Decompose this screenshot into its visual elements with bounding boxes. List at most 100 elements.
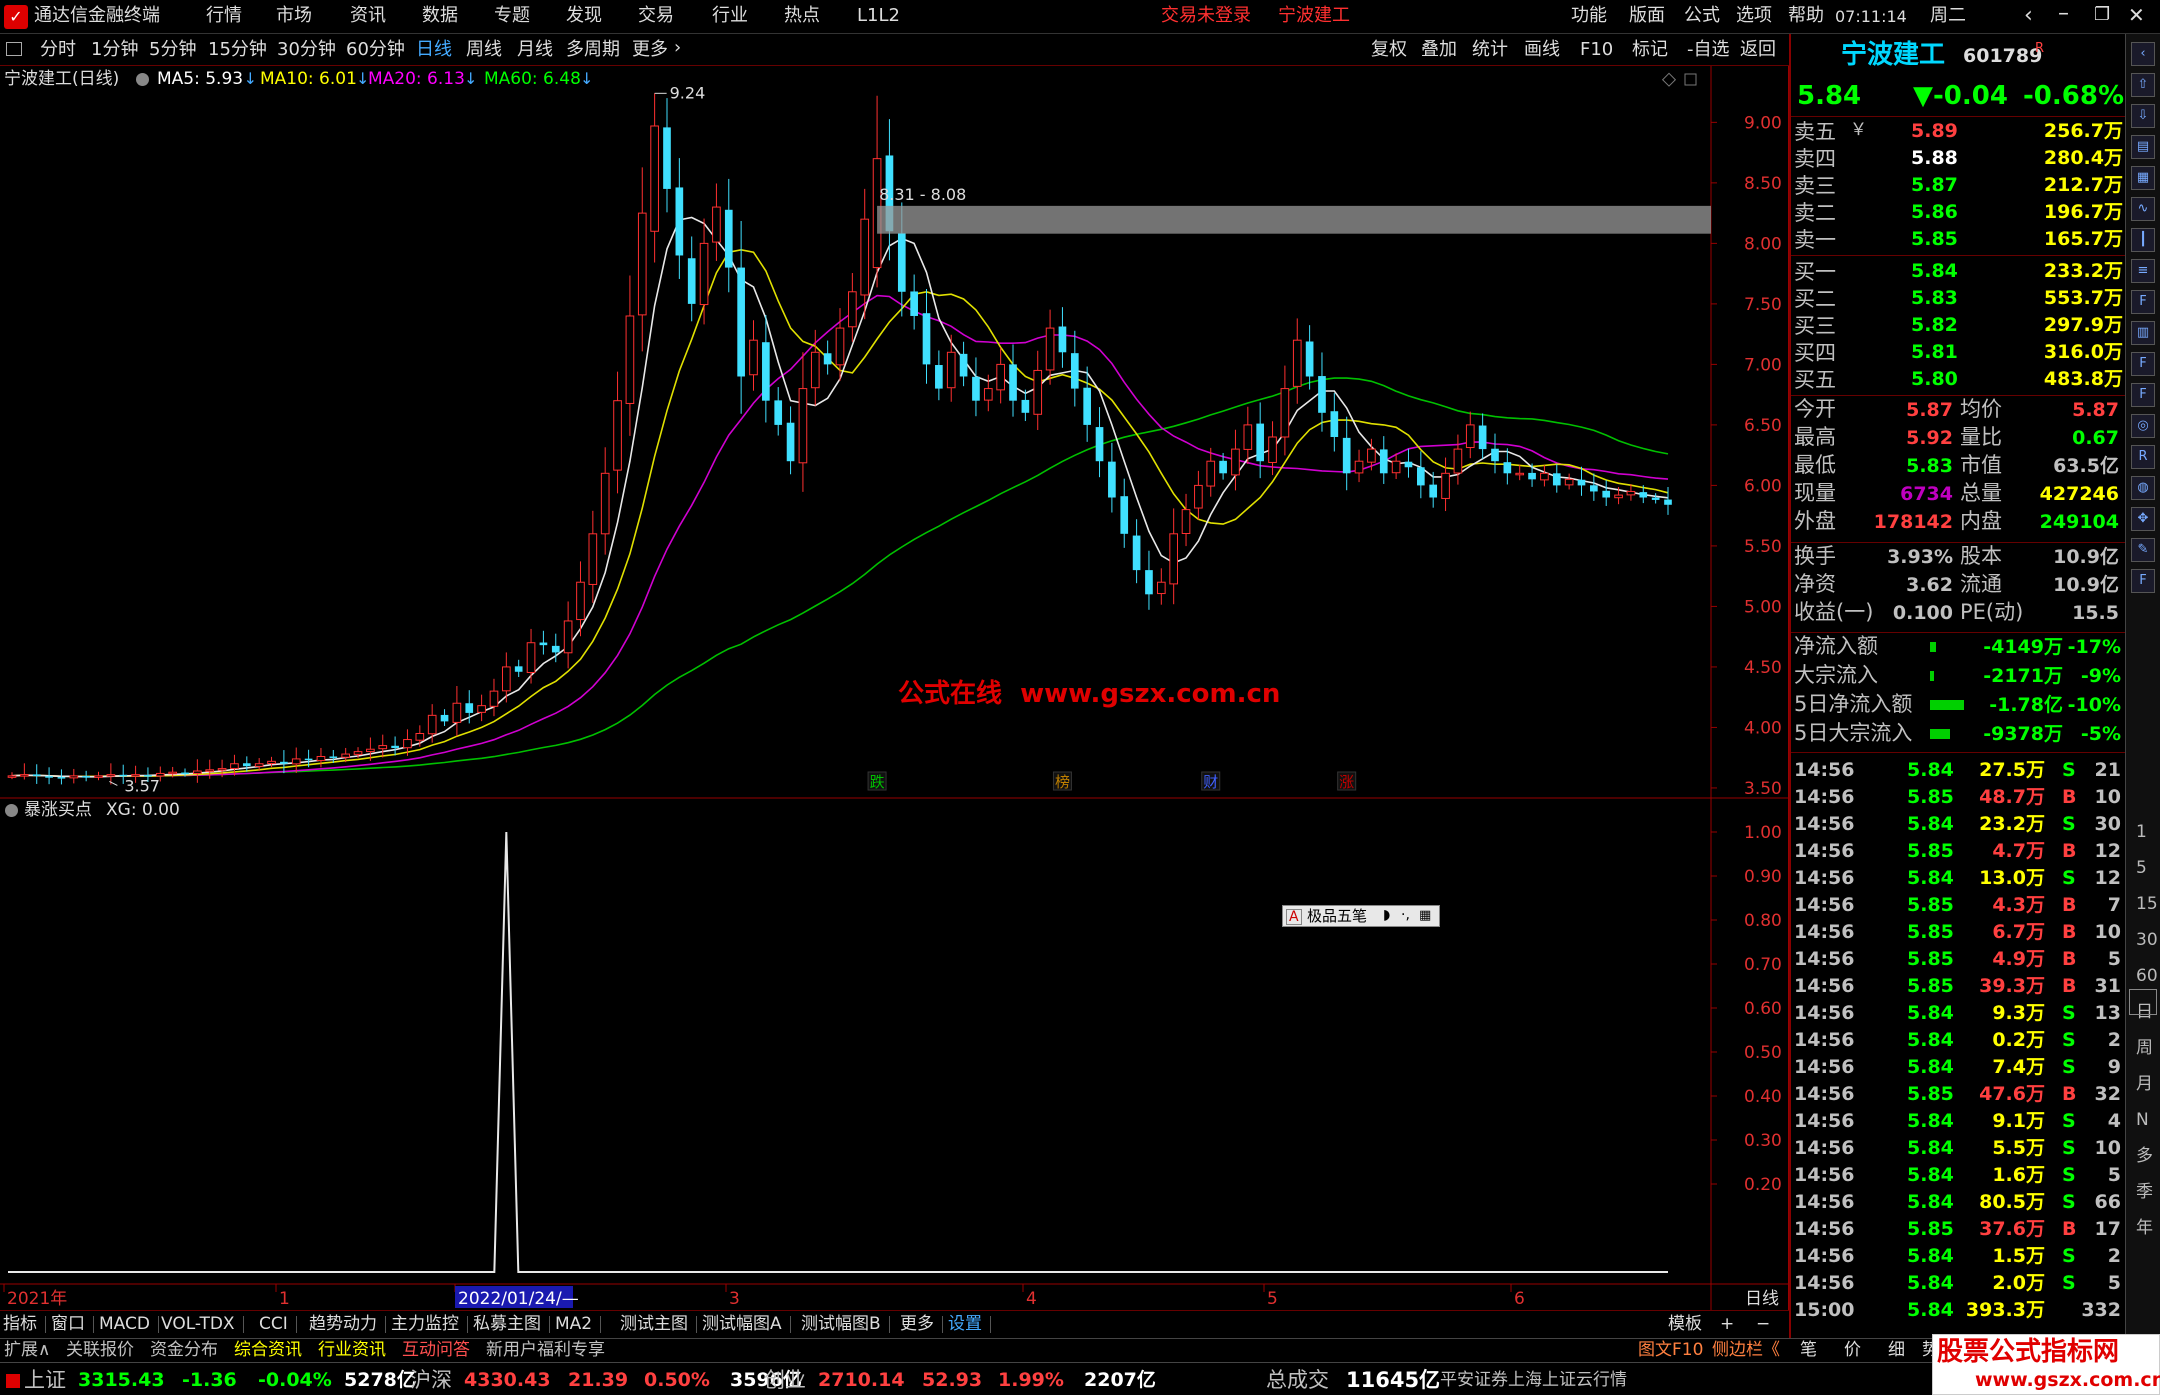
tool-btn-5[interactable]: 标记: [1632, 41, 1668, 59]
login-status[interactable]: 交易未登录: [1161, 7, 1251, 25]
period-side-6[interactable]: 周: [2136, 1040, 2153, 1057]
globe-icon[interactable]: ◍: [2131, 476, 2155, 500]
f5-icon[interactable]: F: [2131, 383, 2155, 407]
f2-icon[interactable]: F: [2131, 352, 2155, 376]
index-name[interactable]: 沪深: [410, 1370, 452, 1391]
period-tab-5[interactable]: 60分钟: [346, 41, 405, 59]
indicator-tab-7[interactable]: 私募主图: [473, 1316, 550, 1333]
indicator-tab-9[interactable]: 测试主图: [620, 1316, 697, 1333]
quote-view-tab-1[interactable]: 价: [1844, 1342, 1861, 1359]
kline-icon[interactable]: ┃: [2131, 228, 2155, 252]
period-tab-7[interactable]: 周线: [466, 41, 502, 59]
ime-dot-icon[interactable]: ·,: [1401, 908, 1410, 922]
period-tab-8[interactable]: 月线: [517, 41, 553, 59]
info-tab-3[interactable]: 综合资讯: [234, 1342, 302, 1359]
rss-icon[interactable]: R: [2131, 445, 2155, 469]
menu-2[interactable]: 资讯: [350, 7, 386, 25]
kline-chart-area[interactable]: 9.00 8.50 8.00 7.50 7.00 6.50 6.00 5.50 5.00 4.50…: [0, 66, 1789, 1310]
menu-9[interactable]: L1L2: [857, 7, 900, 25]
period-tab-4[interactable]: 30分钟: [277, 41, 336, 59]
stock-name[interactable]: 宁波建工: [1841, 42, 1945, 68]
indicator-tab-5[interactable]: 趋势动力: [309, 1316, 386, 1333]
tool-btn-4[interactable]: F10: [1580, 41, 1613, 59]
ime-moon-icon[interactable]: ◗: [1383, 908, 1390, 922]
template-btn-2[interactable]: −: [1756, 1316, 1770, 1333]
menu-1[interactable]: 市场: [276, 7, 312, 25]
system-menu-2[interactable]: 公式: [1684, 7, 1720, 25]
up-icon[interactable]: ⇧: [2131, 73, 2155, 97]
restore-icon[interactable]: ❐: [2094, 6, 2110, 24]
period-side-11[interactable]: 年: [2136, 1220, 2153, 1237]
period-side-2[interactable]: 15: [2136, 896, 2158, 913]
info-tab-2[interactable]: 资金分布: [150, 1342, 218, 1359]
tool-btn-6[interactable]: -自选: [1687, 41, 1730, 59]
system-menu-3[interactable]: 选项: [1736, 7, 1772, 25]
news-icon[interactable]: ▤: [2131, 135, 2155, 159]
indicator-tab-8[interactable]: MA2: [555, 1316, 602, 1333]
indicator-tab-2[interactable]: MACD: [99, 1316, 159, 1333]
indicator-tab-3[interactable]: VOL-TDX: [161, 1316, 244, 1333]
toolbar-menu-icon[interactable]: [6, 42, 22, 56]
period-side-3[interactable]: 30: [2136, 932, 2158, 949]
system-menu-0[interactable]: 功能: [1571, 7, 1607, 25]
ime-keyboard-icon[interactable]: ▦: [1419, 909, 1431, 922]
info-tab-0[interactable]: 扩展∧: [4, 1342, 50, 1359]
tool-btn-1[interactable]: 叠加: [1421, 41, 1457, 59]
info-tab-6[interactable]: 新用户福利专享: [486, 1342, 605, 1359]
menu-3[interactable]: 数据: [422, 7, 458, 25]
f10-button[interactable]: 图文F10: [1638, 1342, 1703, 1359]
period-side-0[interactable]: 1: [2136, 824, 2147, 841]
menu-4[interactable]: 专题: [494, 7, 530, 25]
grid-icon[interactable]: ▥: [2131, 321, 2155, 345]
template-btn-0[interactable]: 模板: [1668, 1316, 1702, 1333]
menu-6[interactable]: 交易: [638, 7, 674, 25]
period-side-7[interactable]: 月: [2136, 1076, 2153, 1093]
circle-icon[interactable]: ◎: [2131, 414, 2155, 438]
quote-view-tab-2[interactable]: 细: [1888, 1342, 1905, 1359]
minimize-icon[interactable]: –: [2058, 3, 2069, 25]
period-side-4[interactable]: 60: [2136, 968, 2158, 985]
system-menu-4[interactable]: 帮助: [1788, 7, 1824, 25]
period-tab-2[interactable]: 5分钟: [149, 41, 196, 59]
period-side-9[interactable]: 多: [2136, 1148, 2153, 1165]
tool-btn-7[interactable]: 返回: [1740, 41, 1776, 59]
menu-8[interactable]: 热点: [784, 7, 820, 25]
f10-icon[interactable]: F: [2131, 290, 2155, 314]
period-tab-10[interactable]: 更多: [632, 41, 668, 59]
table-icon[interactable]: ▦: [2131, 166, 2155, 190]
indicator-tab-4[interactable]: CCI: [259, 1316, 297, 1333]
move-icon[interactable]: ✥: [2131, 507, 2155, 531]
period-side-10[interactable]: 季: [2136, 1184, 2153, 1201]
indicator-tab-12[interactable]: 更多: [900, 1316, 943, 1333]
index-name[interactable]: 创业: [764, 1370, 806, 1391]
indicator-tab-10[interactable]: 测试幅图A: [702, 1316, 791, 1333]
period-side-8[interactable]: N: [2136, 1112, 2149, 1129]
indicator-settings-icon[interactable]: [5, 804, 18, 817]
ma-settings-icon[interactable]: [136, 73, 149, 86]
indicator-tab-6[interactable]: 主力监控: [391, 1316, 468, 1333]
ime-popup[interactable]: A 极品五笔 ◗ ·, ▦: [1282, 905, 1440, 927]
info-tab-5[interactable]: 互动问答: [402, 1342, 470, 1359]
indicator-tab-11[interactable]: 测试幅图B: [801, 1316, 890, 1333]
f3-icon[interactable]: F: [2131, 569, 2155, 593]
indicator-tab-0[interactable]: 指标: [3, 1316, 46, 1333]
tool-btn-3[interactable]: 画线: [1524, 41, 1560, 59]
menu-0[interactable]: 行情: [206, 7, 242, 25]
menu-7[interactable]: 行业: [712, 7, 748, 25]
quote-view-tab-0[interactable]: 笔: [1800, 1342, 1817, 1359]
pen-icon[interactable]: ✎: [2131, 538, 2155, 562]
template-btn-1[interactable]: +: [1720, 1316, 1734, 1333]
period-tab-3[interactable]: 15分钟: [208, 41, 267, 59]
sidebar-toggle[interactable]: 侧边栏《: [1712, 1342, 1780, 1359]
close-icon[interactable]: ✕: [2128, 5, 2145, 25]
collapse-icon[interactable]: ‹: [2131, 42, 2155, 66]
tool-btn-2[interactable]: 统计: [1472, 41, 1508, 59]
info-tab-4[interactable]: 行业资讯: [318, 1342, 386, 1359]
indicator-tab-1[interactable]: 窗口: [51, 1316, 94, 1333]
system-menu-1[interactable]: 版面: [1629, 7, 1665, 25]
period-side-1[interactable]: 5: [2136, 860, 2147, 877]
period-tab-0[interactable]: 分时: [40, 41, 76, 59]
indicator-tab-13[interactable]: 设置: [948, 1316, 991, 1333]
period-tab-1[interactable]: 1分钟: [91, 41, 138, 59]
back-icon[interactable]: ‹: [2024, 5, 2033, 27]
